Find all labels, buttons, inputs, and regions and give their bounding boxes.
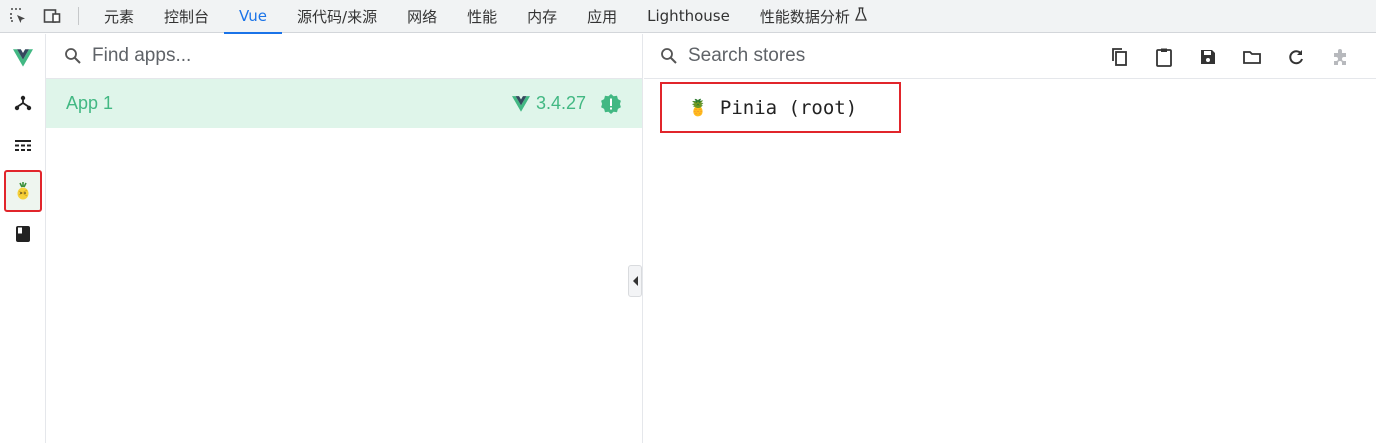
- folder-icon[interactable]: [1230, 44, 1274, 70]
- copy-icon[interactable]: [1098, 44, 1142, 70]
- device-toolbar-icon[interactable]: [40, 4, 64, 28]
- components-tree-icon[interactable]: [4, 85, 42, 121]
- tab-memory[interactable]: 内存: [512, 0, 572, 33]
- chevron-left-icon: [632, 276, 638, 286]
- book-icon[interactable]: [4, 216, 42, 252]
- flask-icon: [854, 7, 867, 25]
- stores-toolbar: [1098, 44, 1362, 70]
- vue-devtools-sidebar: [0, 34, 46, 443]
- apps-search-input[interactable]: [92, 45, 572, 67]
- pinia-icon[interactable]: [4, 170, 42, 212]
- apps-panel: App 1 3.4.27: [46, 34, 643, 443]
- apps-search-bar: [46, 34, 642, 79]
- tab-application[interactable]: 应用: [572, 0, 632, 33]
- vue-devtools-window: 元素 控制台 Vue 源代码/来源 网络 性能 内存 应用 Lighthouse…: [0, 0, 1376, 443]
- inspect-element-icon[interactable]: [6, 4, 30, 28]
- app-list-item[interactable]: App 1 3.4.27: [46, 79, 642, 128]
- tab-lighthouse[interactable]: Lighthouse: [632, 0, 745, 33]
- tab-performance-insights[interactable]: 性能数据分析: [745, 0, 882, 33]
- devtools-tab-bar: 元素 控制台 Vue 源代码/来源 网络 性能 内存 应用 Lighthouse…: [0, 0, 1376, 34]
- tab-console[interactable]: 控制台: [149, 0, 224, 33]
- stores-search-input[interactable]: [688, 45, 1088, 67]
- tab-elements[interactable]: 元素: [89, 0, 149, 33]
- vue-version-icon: [511, 95, 530, 112]
- refresh-icon[interactable]: [1274, 44, 1318, 70]
- warning-badge-icon[interactable]: [600, 93, 622, 115]
- pineapple-icon: 🍍: [688, 99, 708, 117]
- tab-network[interactable]: 网络: [392, 0, 452, 33]
- panel-collapse-handle[interactable]: [628, 265, 642, 297]
- search-icon: [661, 48, 677, 64]
- plugin-icon[interactable]: [1318, 44, 1362, 70]
- timeline-icon[interactable]: [4, 128, 42, 164]
- app-vue-version: 3.4.27: [535, 93, 586, 113]
- stores-panel: 🍍 Pinia (root): [644, 34, 1376, 443]
- vue-logo-icon[interactable]: [4, 40, 42, 76]
- store-item-pinia-root[interactable]: 🍍 Pinia (root): [660, 82, 901, 133]
- tab-vue[interactable]: Vue: [224, 0, 283, 34]
- toolbar-separator: [78, 7, 79, 25]
- tab-performance[interactable]: 性能: [452, 0, 512, 33]
- app-name: App 1: [66, 93, 114, 113]
- search-icon: [65, 48, 81, 64]
- clipboard-icon[interactable]: [1142, 44, 1186, 70]
- tab-sources[interactable]: 源代码/来源: [282, 0, 392, 33]
- store-label: Pinia (root): [719, 96, 858, 119]
- save-icon[interactable]: [1186, 44, 1230, 70]
